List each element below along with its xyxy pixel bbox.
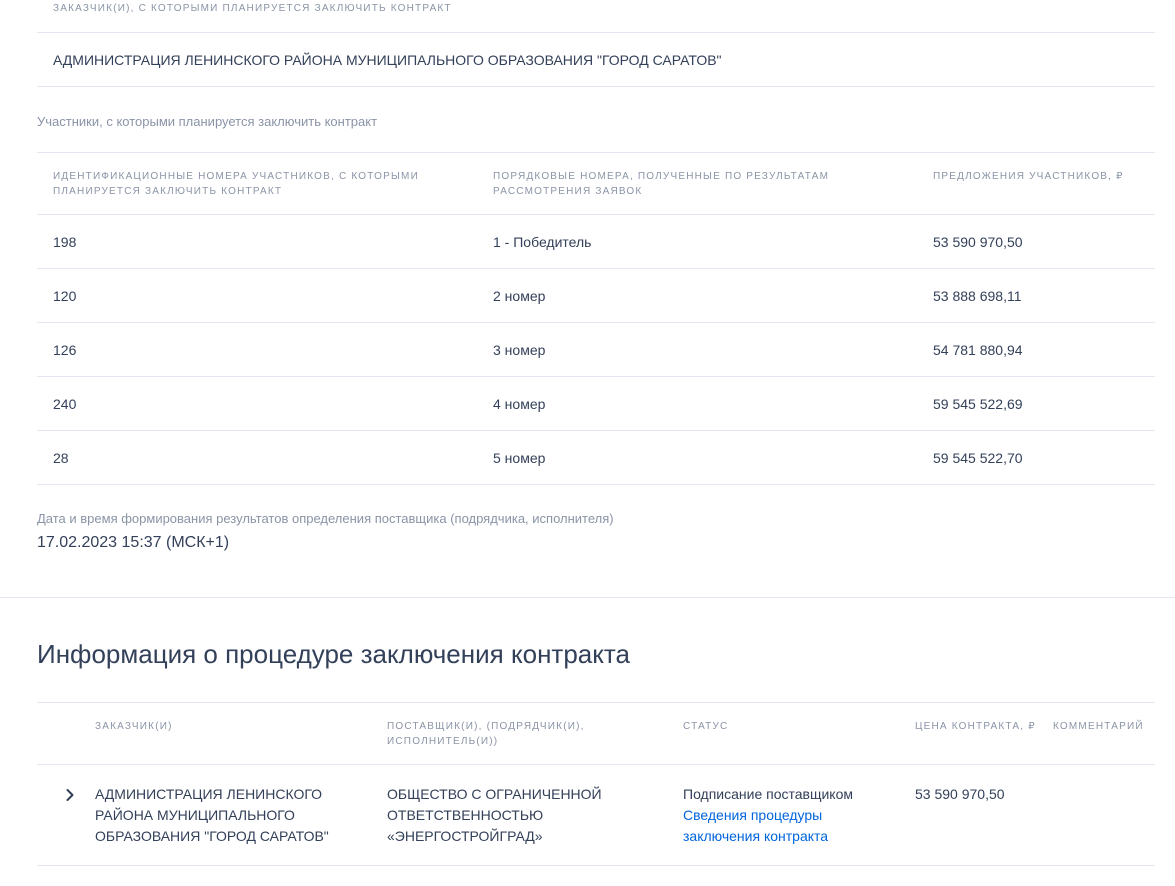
customers-and-participants-section: ЗАКАЗЧИК(И), С КОТОРЫМИ ПЛАНИРУЕТСЯ ЗАКЛ… xyxy=(0,0,1175,553)
column-header-status: СТАТУС xyxy=(675,702,907,765)
contract-procedure-details-link[interactable]: Сведения процедуры заключения контракта xyxy=(683,807,828,844)
column-header-expand xyxy=(37,702,87,765)
contract-status: Подписание поставщиком xyxy=(683,786,854,802)
table-row: 126 3 номер 54 781 880,94 xyxy=(37,322,1155,377)
results-date-value: 17.02.2023 15:37 (МСК+1) xyxy=(37,534,230,551)
participant-id: 120 xyxy=(37,268,477,323)
participant-offer: 59 545 522,69 xyxy=(917,376,1155,431)
participant-rank: 5 номер xyxy=(477,430,917,485)
column-header-participant-ids: ИДЕНТИФИКАЦИОННЫЕ НОМЕРА УЧАСТНИКОВ, С К… xyxy=(37,152,477,215)
participant-rank: 1 - Победитель xyxy=(477,214,917,269)
participant-rank: 2 номер xyxy=(477,268,917,323)
column-header-rank-numbers: ПОРЯДКОВЫЕ НОМЕРА, ПОЛУЧЕННЫЕ ПО РЕЗУЛЬТ… xyxy=(477,152,917,215)
section-divider xyxy=(0,597,1175,598)
participant-rank: 4 номер xyxy=(477,376,917,431)
column-header-comment: КОММЕНТАРИЙ xyxy=(1045,702,1155,765)
participant-id: 126 xyxy=(37,322,477,377)
chevron-right-icon[interactable] xyxy=(63,787,77,801)
table-row: 120 2 номер 53 888 698,11 xyxy=(37,268,1155,323)
participant-offer: 53 888 698,11 xyxy=(917,268,1155,323)
participant-rank: 3 номер xyxy=(477,322,917,377)
contract-supplier: ОБЩЕСТВО С ОГРАНИЧЕННОЙ ОТВЕТСТВЕННОСТЬЮ… xyxy=(379,764,675,866)
page: ЗАКАЗЧИК(И), С КОТОРЫМИ ПЛАНИРУЕТСЯ ЗАКЛ… xyxy=(0,0,1175,886)
expand-cell[interactable] xyxy=(37,764,87,866)
participant-id: 240 xyxy=(37,376,477,431)
contract-status-cell: Подписание поставщиком Сведения процедур… xyxy=(675,764,907,866)
contract-header-row: ЗАКАЗЧИК(И) ПОСТАВЩИК(И), (ПОДРЯДЧИК(И),… xyxy=(37,702,1155,765)
column-header-customer: ЗАКАЗЧИК(И) xyxy=(87,702,379,765)
participant-offer: 53 590 970,50 xyxy=(917,214,1155,269)
participants-header-row: ИДЕНТИФИКАЦИОННЫЕ НОМЕРА УЧАСТНИКОВ, С К… xyxy=(37,152,1155,215)
participants-table: ИДЕНТИФИКАЦИОННЫЕ НОМЕРА УЧАСТНИКОВ, С К… xyxy=(37,152,1155,485)
column-header-offers: ПРЕДЛОЖЕНИЯ УЧАСТНИКОВ, ₽ xyxy=(917,152,1155,215)
customers-header: ЗАКАЗЧИК(И), С КОТОРЫМИ ПЛАНИРУЕТСЯ ЗАКЛ… xyxy=(37,0,1155,33)
table-row: АДМИНИСТРАЦИЯ ЛЕНИНСКОГО РАЙОНА МУНИЦИПА… xyxy=(37,764,1155,866)
contract-procedure-section: Информация о процедуре заключения контра… xyxy=(37,636,1155,866)
participants-title: Участники, с которыми планируется заключ… xyxy=(37,114,378,129)
customer-name: АДМИНИСТРАЦИЯ ЛЕНИНСКОГО РАЙОНА МУНИЦИПА… xyxy=(53,51,722,68)
contract-customer: АДМИНИСТРАЦИЯ ЛЕНИНСКОГО РАЙОНА МУНИЦИПА… xyxy=(87,764,379,866)
participant-id: 28 xyxy=(37,430,477,485)
column-header-price: ЦЕНА КОНТРАКТА, ₽ xyxy=(907,702,1045,765)
table-row: 28 5 номер 59 545 522,70 xyxy=(37,430,1155,485)
contract-comment xyxy=(1045,764,1155,866)
results-date-label: Дата и время формирования результатов оп… xyxy=(37,511,614,526)
participant-offer: 54 781 880,94 xyxy=(917,322,1155,377)
contract-table: ЗАКАЗЧИК(И) ПОСТАВЩИК(И), (ПОДРЯДЧИК(И),… xyxy=(37,702,1155,866)
customer-row: АДМИНИСТРАЦИЯ ЛЕНИНСКОГО РАЙОНА МУНИЦИПА… xyxy=(37,33,1155,87)
contract-price: 53 590 970,50 xyxy=(907,764,1045,866)
table-row: 240 4 номер 59 545 522,69 xyxy=(37,376,1155,431)
table-row: 198 1 - Победитель 53 590 970,50 xyxy=(37,214,1155,269)
participant-offer: 59 545 522,70 xyxy=(917,430,1155,485)
column-header-supplier: ПОСТАВЩИК(И), (ПОДРЯДЧИК(И), ИСПОЛНИТЕЛЬ… xyxy=(379,702,675,765)
participant-id: 198 xyxy=(37,214,477,269)
contract-section-title: Информация о процедуре заключения контра… xyxy=(37,639,630,669)
